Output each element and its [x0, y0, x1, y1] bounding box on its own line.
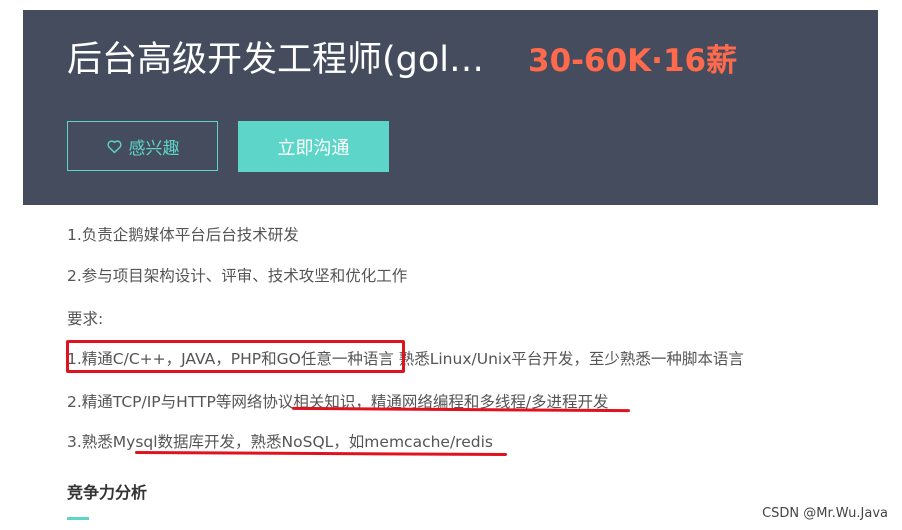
- description-line-1: 1.负责企鹅媒体平台后台技术研发: [67, 226, 299, 244]
- red-underline-annotation-2: [134, 451, 508, 456]
- chat-now-button-label: 立即沟通: [277, 137, 350, 159]
- interest-button[interactable]: 感兴趣: [67, 121, 218, 171]
- section-accent-bar: [67, 517, 89, 520]
- csdn-watermark: CSDN @Mr.Wu.Java: [762, 506, 888, 521]
- interest-button-label: 感兴趣: [128, 138, 180, 159]
- requirement-line-3: 3.熟悉Mysql数据库开发，熟悉NoSQL，如memcache/redis: [67, 433, 493, 451]
- competitiveness-section-title: 竞争力分析: [67, 483, 148, 502]
- description-line-2: 2.参与项目架构设计、评审、技术攻坚和优化工作: [67, 267, 408, 285]
- heart-outline-icon: [106, 138, 123, 155]
- requirements-heading: 要求:: [67, 310, 104, 328]
- chat-now-button[interactable]: 立即沟通: [238, 121, 389, 172]
- job-title: 后台高级开发工程师(gol…: [67, 40, 485, 80]
- red-box-annotation: [66, 340, 405, 373]
- job-detail-page: 后台高级开发工程师(gol… 30-60K·16薪 感兴趣 立即沟通 1.负责企…: [0, 0, 902, 530]
- salary: 30-60K·16薪: [528, 43, 738, 79]
- top-strip: [0, 0, 902, 10]
- job-header: 后台高级开发工程师(gol… 30-60K·16薪 感兴趣 立即沟通: [23, 10, 878, 205]
